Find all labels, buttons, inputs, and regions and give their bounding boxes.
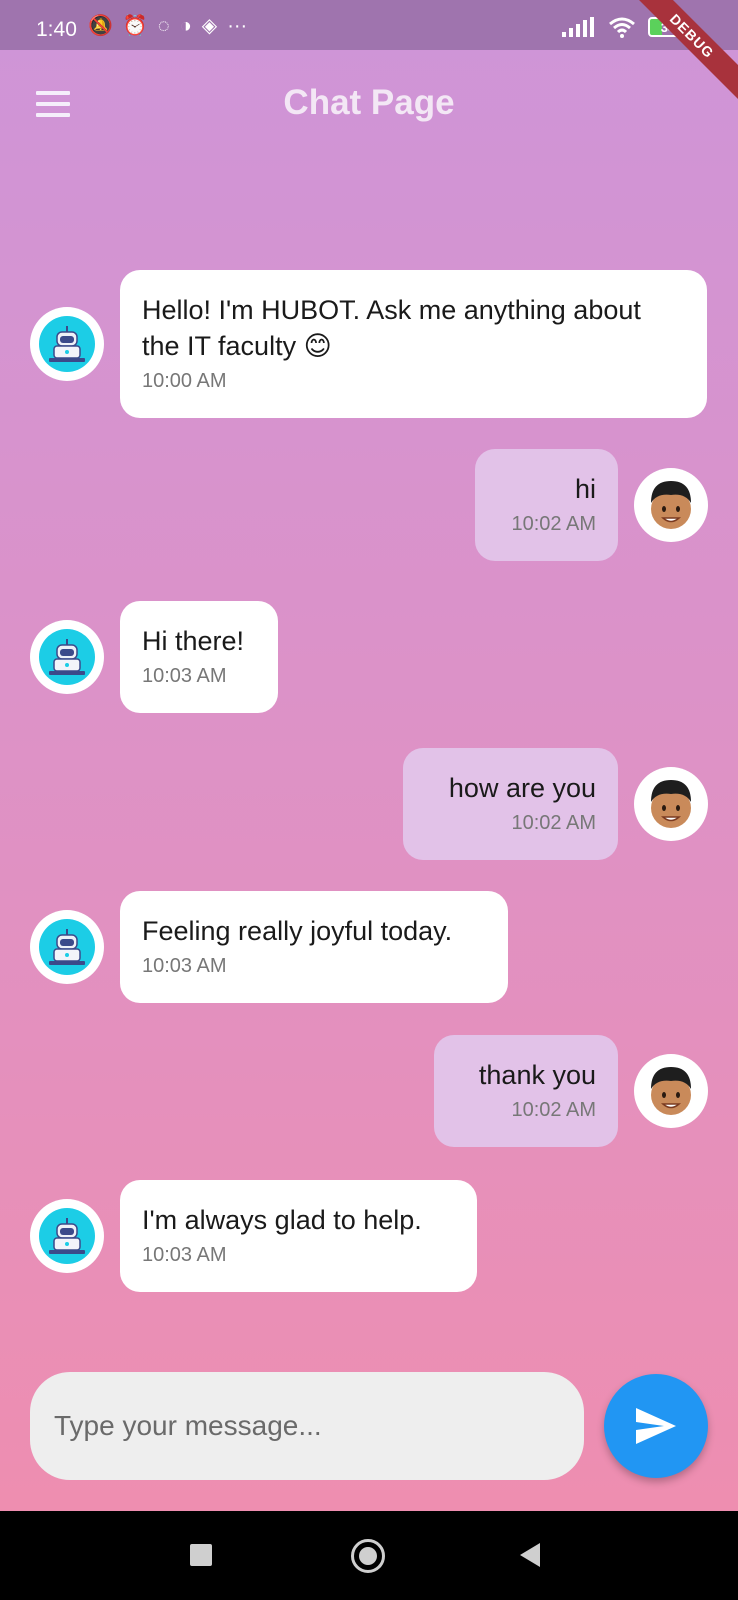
message-time: 10:03 AM (142, 1244, 227, 1266)
user-message-bubble: how are you 10:02 AM (403, 748, 618, 860)
user-avatar (634, 468, 708, 542)
bot-avatar (30, 1199, 104, 1273)
message-text: hi (574, 474, 596, 504)
page-title: Chat Page (283, 83, 455, 122)
message-time: 10:00 AM (142, 370, 227, 392)
boy-avatar-icon (651, 481, 691, 529)
message-text: how are you (448, 773, 596, 803)
status-bar: 1:40 🔕 ⏰ ◌ ◑ ◈ ··· 34 (0, 0, 738, 50)
signal-icon (562, 17, 594, 37)
status-time: 1:40 (36, 18, 77, 41)
chat-screen: 1:40 🔕 ⏰ ◌ ◑ ◈ ··· 34 D (0, 0, 738, 1511)
user-avatar (634, 767, 708, 841)
more-notifications-icon: ··· (227, 15, 248, 37)
notification-icons: 🔕 ⏰ ◌ ◑ ◈ ··· (88, 16, 247, 36)
alarm-icon: ⏰ (122, 15, 148, 37)
boy-avatar-icon (651, 780, 691, 828)
wifi-icon (609, 17, 635, 38)
message-text: thank you (478, 1060, 596, 1090)
robot-icon (39, 629, 95, 685)
bot-message-bubble: Hello! I'm HUBOT. Ask me anything about … (120, 270, 707, 418)
robot-icon (39, 1208, 95, 1264)
layers-icon: ◈ (201, 15, 218, 37)
recents-button[interactable] (190, 1544, 212, 1566)
message-input-container (30, 1372, 584, 1480)
robot-icon (39, 919, 95, 975)
send-button[interactable] (604, 1374, 708, 1478)
message-text: Hello! I'm HUBOT. Ask me anything about … (142, 295, 641, 361)
bot-avatar (30, 307, 104, 381)
message-text: Feeling really joyful today. (142, 916, 453, 946)
message-time: 10:02 AM (511, 1099, 596, 1121)
user-message-bubble: hi 10:02 AM (475, 449, 618, 561)
robot-icon (39, 316, 95, 372)
user-message-bubble: thank you 10:02 AM (434, 1035, 618, 1147)
bot-avatar (30, 620, 104, 694)
bot-message-bubble: Hi there! 10:03 AM (120, 601, 278, 713)
message-time: 10:02 AM (511, 812, 596, 834)
muted-bell-icon: 🔕 (88, 15, 113, 37)
message-text: I'm always glad to help. (142, 1205, 422, 1235)
message-input[interactable] (30, 1372, 584, 1480)
bot-message-bubble: I'm always glad to help. 10:03 AM (120, 1180, 477, 1292)
whatsapp-icon: ◌ (157, 15, 170, 37)
bot-avatar (30, 910, 104, 984)
home-button[interactable] (351, 1539, 385, 1573)
back-button[interactable] (520, 1543, 540, 1567)
system-nav-bar (0, 1511, 738, 1600)
bot-message-bubble: Feeling really joyful today. 10:03 AM (120, 891, 508, 1003)
boy-avatar-icon (651, 1067, 691, 1115)
message-text: Hi there! (142, 626, 245, 656)
message-time: 10:02 AM (511, 513, 596, 535)
message-time: 10:03 AM (142, 665, 227, 687)
app-bar: Chat Page (0, 50, 738, 160)
send-icon (636, 1408, 676, 1444)
message-time: 10:03 AM (142, 955, 227, 977)
data-saver-icon: ◑ (179, 15, 192, 37)
user-avatar (634, 1054, 708, 1128)
